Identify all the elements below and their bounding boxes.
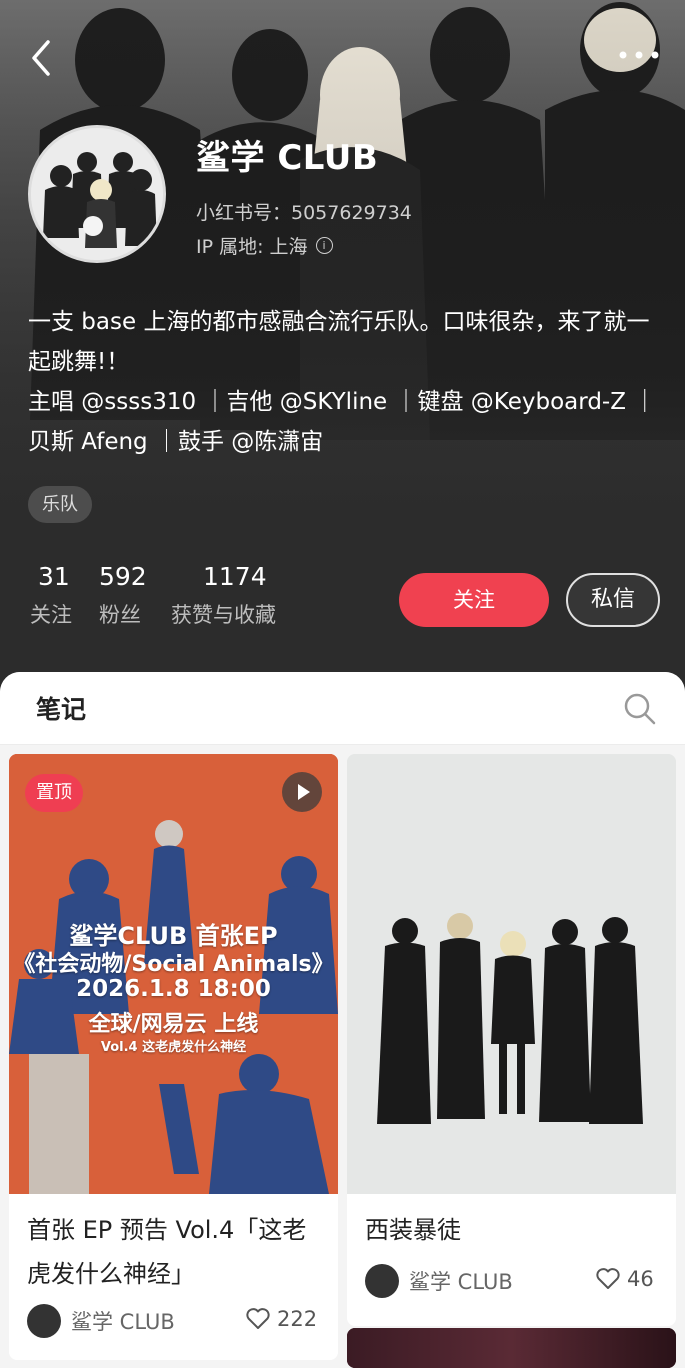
play-button[interactable] — [282, 772, 322, 812]
bio-line-1: 一支 base 上海的都市感融合流行乐队。口味很杂，来了就一起跳舞!！ — [28, 309, 650, 375]
profile-header: 鲨学 CLUB 小红书号：5057629734 IP 属地: 上海 i 一支 b… — [0, 0, 685, 700]
ip-location: IP 属地: 上海 i — [196, 232, 333, 259]
info-icon[interactable]: i — [315, 237, 333, 254]
author-name: 鲨学 CLUB — [409, 1270, 513, 1294]
note-author[interactable]: 鲨学 CLUB — [365, 1264, 513, 1298]
cover-text-line: 《社会动物/Social Animals》 — [13, 952, 334, 977]
play-icon — [298, 784, 310, 800]
stat-label: 粉丝 — [99, 603, 141, 627]
note-card[interactable]: 置顶 鲨学CLUB 首张EP 《社会动物/Social Animals》 202… — [9, 754, 338, 1360]
cover-text-line: Vol.4 这老虎发什么神经 — [100, 1040, 247, 1055]
like-button[interactable]: 46 — [595, 1267, 654, 1291]
stat-value: 1174 — [203, 562, 267, 591]
stat-followers[interactable]: 592 粉丝 — [99, 562, 147, 629]
ip-location-text: IP 属地: 上海 — [196, 236, 308, 258]
more-dots-icon — [619, 51, 659, 59]
message-button[interactable]: 私信 — [566, 573, 660, 627]
avatar-band-photo — [31, 128, 163, 260]
note-title: 西装暴徒 — [365, 1216, 461, 1244]
cover-text-line: 2026.1.8 18:00 — [76, 976, 271, 1002]
more-options-button[interactable] — [617, 40, 661, 70]
note-card[interactable]: 西装暴徒 鲨学 CLUB 46 — [347, 754, 676, 1326]
like-count: 222 — [277, 1307, 318, 1331]
note-author[interactable]: 鲨学 CLUB — [27, 1304, 175, 1338]
tab-notes[interactable]: 笔记 — [36, 690, 86, 726]
pinned-badge: 置顶 — [25, 774, 83, 812]
author-avatar — [365, 1264, 399, 1298]
heart-icon — [596, 1268, 620, 1289]
bio-line-2: 主唱 @ssss310 ｜吉他 @SKYline ｜键盘 @Keyboard-Z… — [28, 389, 657, 455]
follow-button[interactable]: 关注 — [399, 573, 549, 627]
note-cover-image — [347, 1328, 676, 1368]
stat-value: 592 — [99, 562, 147, 591]
stat-label: 关注 — [30, 603, 72, 627]
heart-icon — [246, 1308, 270, 1329]
like-count: 46 — [627, 1267, 654, 1291]
stat-likes-collects[interactable]: 1174 获赞与收藏 — [171, 562, 276, 629]
author-avatar — [27, 1304, 61, 1338]
notes-tab-bar: 笔记 — [0, 672, 685, 745]
back-button[interactable] — [24, 36, 60, 80]
note-cover-image — [347, 754, 676, 1194]
back-chevron-icon — [32, 40, 50, 76]
profile-avatar[interactable] — [28, 125, 166, 263]
note-title: 首张 EP 预告 Vol.4「这老虎发什么神经」 — [27, 1216, 307, 1288]
user-id: 小红书号：5057629734 — [196, 202, 412, 224]
band-tag[interactable]: 乐队 — [28, 486, 92, 523]
cover-text-line: 全球/网易云 上线 — [88, 1012, 259, 1037]
stat-following[interactable]: 31 关注 — [30, 562, 72, 629]
stat-label: 获赞与收藏 — [171, 603, 276, 627]
profile-name: 鲨学 CLUB — [196, 138, 379, 178]
search-button[interactable] — [623, 692, 657, 726]
search-icon — [624, 693, 656, 725]
stat-value: 31 — [38, 562, 70, 591]
like-button[interactable]: 222 — [245, 1307, 317, 1331]
note-cover-image: 置顶 鲨学CLUB 首张EP 《社会动物/Social Animals》 202… — [9, 754, 338, 1194]
note-card[interactable] — [347, 1328, 676, 1368]
cover-band-photo — [347, 754, 676, 1194]
author-name: 鲨学 CLUB — [71, 1310, 175, 1334]
